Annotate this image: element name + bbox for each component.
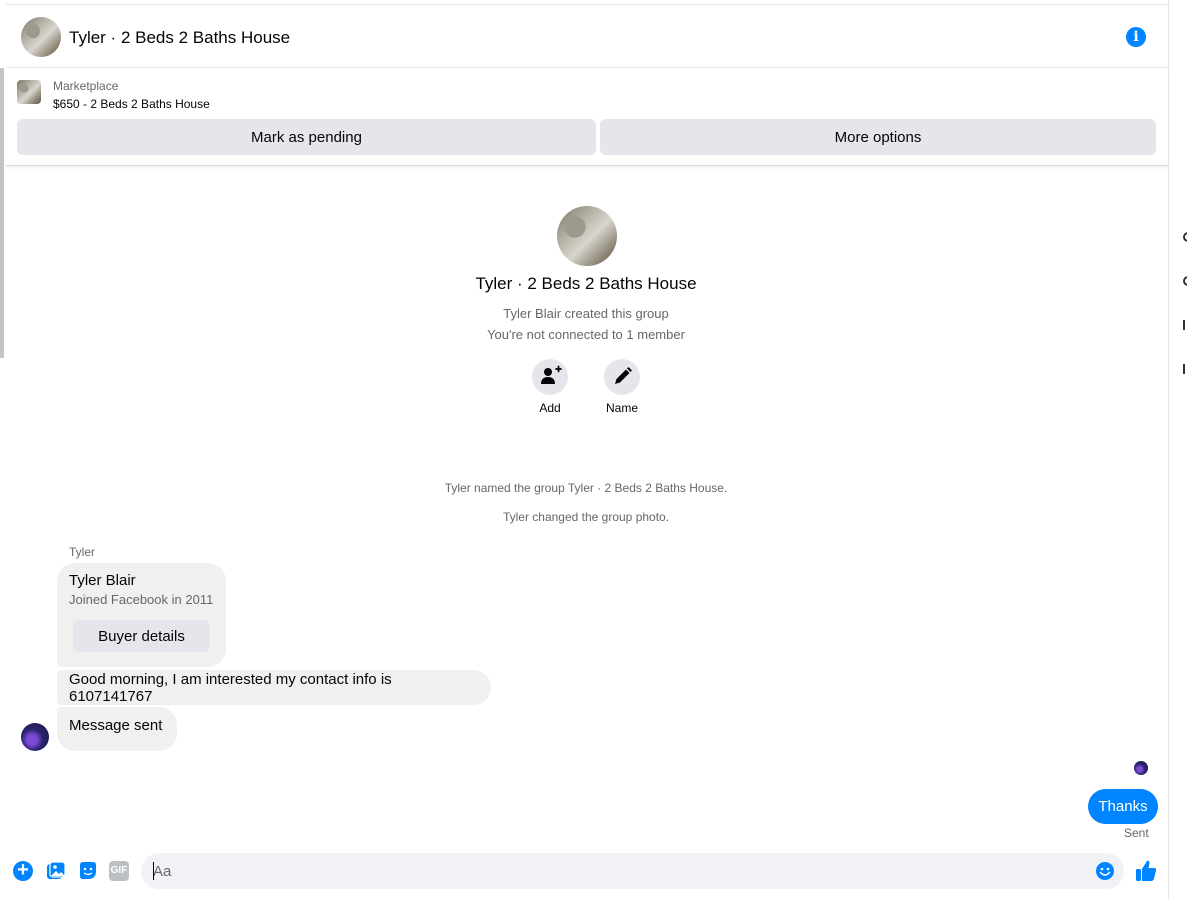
buyer-card: Tyler Blair Joined Facebook in 2011 Buye… — [57, 563, 226, 667]
truncated-glyph — [1183, 276, 1187, 286]
outgoing-message-bubble[interactable]: Thanks — [1088, 789, 1158, 824]
message-input[interactable] — [153, 853, 1083, 889]
thumbs-up-icon[interactable] — [1135, 859, 1157, 883]
group-photo — [557, 206, 617, 266]
buyer-name: Tyler Blair — [69, 572, 136, 589]
chat-header: Tyler · 2 Beds 2 Baths House i — [6, 4, 1168, 68]
sticker-icon[interactable] — [78, 861, 98, 881]
sender-name: Tyler — [69, 545, 96, 559]
mark-as-pending-button[interactable]: Mark as pending — [17, 119, 596, 155]
buyer-details-button[interactable]: Buyer details — [73, 620, 210, 652]
marketplace-panel: Marketplace $650 - 2 Beds 2 Baths House … — [6, 68, 1168, 166]
buyer-joined: Joined Facebook in 2011 — [69, 592, 214, 607]
truncated-glyph — [1183, 232, 1187, 242]
marketplace-label: Marketplace — [53, 79, 119, 93]
system-message: Tyler changed the group photo. — [502, 510, 670, 524]
message-input-container — [141, 853, 1124, 889]
group-name: Tyler · 2 Beds 2 Baths House — [475, 274, 697, 293]
connection-text: You're not connected to 1 member — [487, 327, 685, 342]
truncated-glyph — [1183, 320, 1187, 330]
add-member-button[interactable]: Add — [522, 359, 578, 415]
system-message: Tyler named the group Tyler · 2 Beds 2 B… — [444, 481, 728, 495]
read-receipt-avatar — [1134, 761, 1148, 775]
gif-icon[interactable]: GIF — [109, 861, 129, 881]
listing-thumbnail[interactable] — [17, 80, 41, 104]
more-options-button[interactable]: More options — [600, 119, 1156, 155]
message-bubble[interactable]: Message sent — [57, 707, 177, 751]
group-avatar[interactable] — [21, 17, 61, 57]
message-status: Sent — [1124, 826, 1149, 840]
name-label: Name — [605, 401, 638, 415]
right-panel-edge — [1168, 0, 1187, 900]
sender-avatar[interactable] — [21, 723, 49, 751]
truncated-glyph — [1183, 364, 1187, 374]
message-bubble[interactable]: Good morning, I am interested my contact… — [57, 670, 491, 705]
add-person-icon — [532, 359, 568, 395]
listing-title[interactable]: $650 - 2 Beds 2 Baths House — [53, 97, 210, 111]
plus-icon[interactable]: + — [13, 860, 33, 881]
chat-title[interactable]: Tyler · 2 Beds 2 Baths House — [69, 28, 290, 48]
info-icon[interactable]: i — [1126, 27, 1146, 47]
pencil-icon — [604, 359, 640, 395]
emoji-icon[interactable] — [1095, 861, 1115, 881]
left-scrollbar[interactable] — [0, 68, 4, 358]
photo-icon[interactable] — [46, 861, 66, 881]
add-label: Add — [539, 401, 561, 415]
text-caret — [153, 862, 154, 880]
rename-group-button[interactable]: Name — [594, 359, 650, 415]
group-created-text: Tyler Blair created this group — [503, 306, 669, 321]
